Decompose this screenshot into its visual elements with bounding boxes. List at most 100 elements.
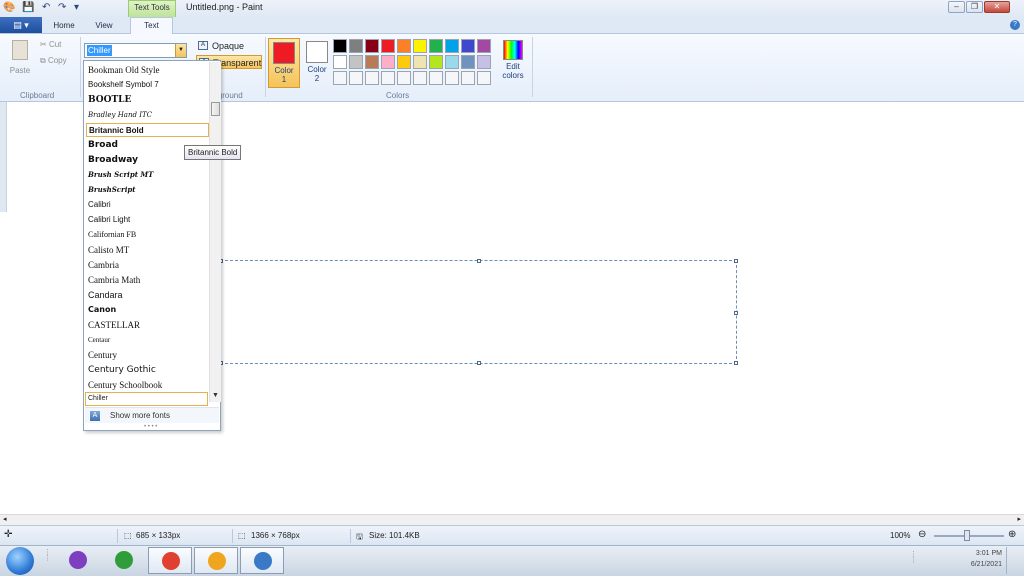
font-item[interactable]: BrushScript (86, 183, 209, 197)
palette-swatch[interactable] (477, 39, 491, 53)
palette-swatch[interactable] (429, 55, 443, 69)
tab-view[interactable]: View (86, 19, 122, 34)
minimize-icon[interactable]: – (948, 1, 965, 13)
font-item[interactable]: Brush Script MT (86, 168, 209, 182)
palette-swatch[interactable] (349, 39, 363, 53)
palette-swatch-empty[interactable] (397, 71, 411, 85)
clipboard-icon (12, 40, 28, 60)
dropdown-scrollbar[interactable]: ▼ (209, 62, 221, 402)
zoom-in-icon[interactable]: ⊕ (1008, 529, 1016, 540)
resize-handle[interactable] (477, 361, 481, 365)
palette-swatch[interactable] (445, 39, 459, 53)
resize-handle[interactable] (734, 361, 738, 365)
undo-icon[interactable]: ↶ (42, 2, 50, 15)
palette-swatch[interactable] (461, 55, 475, 69)
palette-swatch[interactable] (477, 55, 491, 69)
scrollbar-thumb[interactable] (211, 102, 220, 116)
resize-grip-icon[interactable]: • • • • (144, 424, 157, 430)
resize-handle[interactable] (734, 311, 738, 315)
tab-home[interactable]: Home (46, 19, 82, 34)
font-item[interactable]: CASTELLAR (86, 318, 209, 332)
taskbar-button[interactable] (194, 547, 238, 574)
clock[interactable]: 3:01 PM 6/21/2021 (962, 548, 1002, 570)
resize-handle[interactable] (477, 259, 481, 263)
font-item[interactable]: Century (86, 348, 209, 362)
font-item[interactable]: Californian FB (86, 228, 209, 242)
font-item[interactable]: Cambria (86, 258, 209, 272)
font-item[interactable]: Centaur (86, 333, 209, 347)
disk-icon: 🖫 (356, 532, 363, 541)
paste-button[interactable]: Paste (8, 40, 32, 78)
palette-swatch[interactable] (461, 39, 475, 53)
restore-icon[interactable]: ❐ (966, 1, 983, 13)
edit-colors-button[interactable]: Edit colors (500, 38, 526, 88)
font-item[interactable]: Bradley Hand ITC (86, 108, 209, 122)
show-more-fonts-button[interactable]: A Show more fonts (85, 407, 219, 423)
tab-text[interactable]: Text (130, 17, 173, 34)
font-item[interactable]: Candara (86, 288, 209, 302)
font-item[interactable]: Century Schoolbook (86, 378, 209, 392)
palette-swatch-empty[interactable] (477, 71, 491, 85)
palette-swatch[interactable] (381, 55, 395, 69)
text-box[interactable] (219, 259, 738, 365)
copy-button[interactable]: ⧉ Copy (40, 56, 67, 66)
scroll-left-icon[interactable]: ◂ (3, 515, 7, 523)
palette-swatch[interactable] (397, 55, 411, 69)
palette-swatch[interactable] (365, 55, 379, 69)
font-item[interactable]: Calisto MT (86, 243, 209, 257)
font-item[interactable]: BOOTLE (86, 93, 209, 107)
taskbar-button[interactable] (148, 547, 192, 574)
palette-swatch-empty[interactable] (445, 71, 459, 85)
palette-swatch-empty[interactable] (461, 71, 475, 85)
palette-swatch[interactable] (445, 55, 459, 69)
show-desktop-button[interactable] (1006, 547, 1023, 574)
chevron-down-icon[interactable]: ▼ (175, 44, 186, 57)
palette-swatch[interactable] (413, 55, 427, 69)
save-icon[interactable]: 💾 (22, 2, 34, 15)
palette-swatch[interactable] (429, 39, 443, 53)
customize-toolbar-icon[interactable]: ▾ (74, 2, 79, 15)
taskbar-button[interactable] (56, 547, 100, 574)
zoom-out-icon[interactable]: ⊖ (918, 529, 926, 540)
palette-swatch-empty[interactable] (429, 71, 443, 85)
font-item[interactable]: Century Gothic (86, 363, 209, 377)
horizontal-scrollbar[interactable]: ◂ ▸ (0, 514, 1024, 525)
font-item[interactable]: Calibri (86, 198, 209, 212)
palette-swatch[interactable] (413, 39, 427, 53)
palette-swatch[interactable] (397, 39, 411, 53)
palette-swatch-empty[interactable] (349, 71, 363, 85)
scroll-right-icon[interactable]: ▸ (1017, 515, 1021, 523)
opaque-button[interactable]: A Opaque (196, 39, 256, 53)
font-item[interactable]: Calibri Light (86, 213, 209, 227)
palette-swatch[interactable] (365, 39, 379, 53)
close-icon[interactable]: ✕ (984, 1, 1010, 13)
resize-handle[interactable] (734, 259, 738, 263)
paint-menu-button[interactable]: ▤ ▾ (0, 17, 42, 33)
scroll-down-icon[interactable]: ▼ (210, 392, 221, 402)
palette-swatch-empty[interactable] (413, 71, 427, 85)
palette-swatch[interactable] (333, 39, 347, 53)
palette-swatch[interactable] (333, 55, 347, 69)
paint-app-icon[interactable]: 🎨 (3, 2, 15, 15)
font-item[interactable]: Cambria Math (86, 273, 209, 287)
help-icon[interactable]: ? (1010, 20, 1020, 30)
taskbar-button[interactable] (102, 547, 146, 574)
zoom-slider-thumb[interactable] (964, 530, 970, 541)
font-item[interactable]: Canon (86, 303, 209, 317)
palette-swatch[interactable] (349, 55, 363, 69)
color2-button[interactable]: Color 2 (302, 38, 332, 88)
palette-swatch[interactable] (381, 39, 395, 53)
font-item-selected[interactable]: Chiller (85, 392, 208, 406)
start-button-icon[interactable] (6, 547, 34, 575)
palette-swatch-empty[interactable] (381, 71, 395, 85)
taskbar-button[interactable] (240, 547, 284, 574)
font-item[interactable]: Bookshelf Symbol 7 (86, 78, 209, 92)
palette-swatch-empty[interactable] (333, 71, 347, 85)
cut-button[interactable]: ✂ Cut (40, 40, 61, 49)
font-family-combo[interactable]: Chiller ▼ (84, 43, 187, 58)
color1-button[interactable]: Color 1 (268, 38, 300, 88)
redo-icon[interactable]: ↷ (58, 2, 66, 15)
font-item[interactable]: Britannic Bold (86, 123, 209, 137)
font-item[interactable]: Bookman Old Style (86, 63, 209, 77)
palette-swatch-empty[interactable] (365, 71, 379, 85)
